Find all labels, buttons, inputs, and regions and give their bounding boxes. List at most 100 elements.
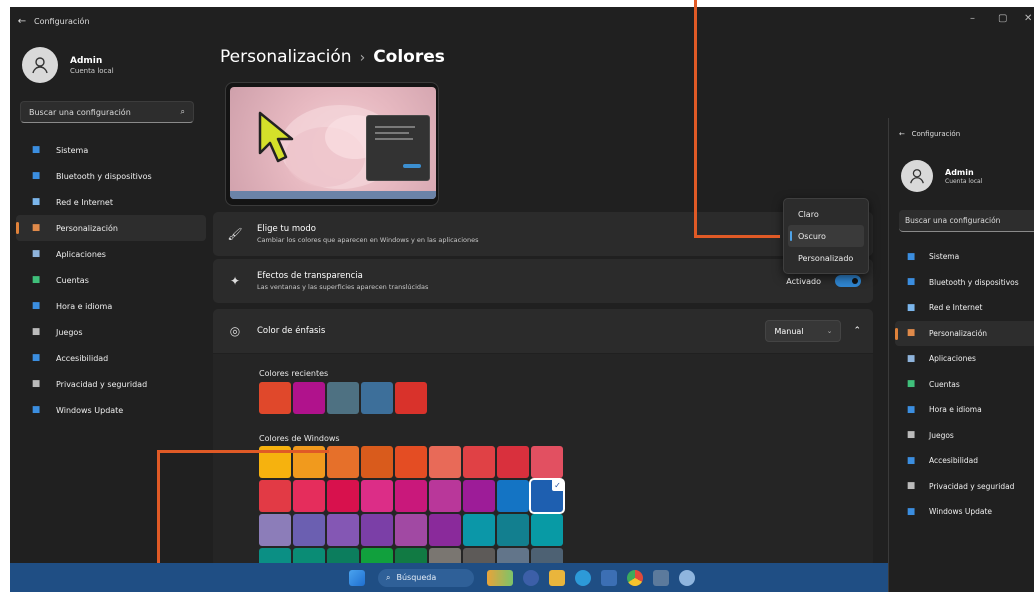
settings-search-input[interactable]: Buscar una configuración ⌕ bbox=[20, 101, 194, 123]
settings-gear-icon[interactable] bbox=[679, 569, 695, 586]
close-button[interactable]: ✕ bbox=[1024, 13, 1032, 24]
back-arrow-icon[interactable]: ← bbox=[899, 130, 905, 138]
windows-color-swatch[interactable] bbox=[429, 480, 461, 512]
windows-color-swatch[interactable] bbox=[497, 480, 529, 512]
windows-color-swatch[interactable]: ✓ bbox=[529, 478, 565, 514]
recent-color-swatch[interactable] bbox=[395, 382, 427, 414]
windows-color-swatch[interactable] bbox=[497, 446, 529, 478]
sidebar-item-7[interactable]: ■ Juegos bbox=[16, 319, 206, 345]
callout-line-top-h bbox=[694, 235, 780, 238]
widgets-icon[interactable] bbox=[487, 569, 513, 586]
secondary-sidebar-item-9[interactable]: ■ Privacidad y seguridad bbox=[895, 474, 1034, 500]
mode-dropdown: Claro Oscuro Personalizado bbox=[783, 198, 869, 274]
windows-color-swatch[interactable] bbox=[361, 548, 393, 563]
update-icon: ■ bbox=[31, 405, 41, 415]
mode-option[interactable]: Personalizado bbox=[788, 247, 864, 269]
secondary-title-bar: ← Configuración bbox=[899, 130, 960, 138]
windows-color-swatch[interactable] bbox=[463, 446, 495, 478]
recent-color-swatch[interactable] bbox=[259, 382, 291, 414]
sidebar-item-0[interactable]: ■ Sistema bbox=[16, 137, 206, 163]
windows-color-swatch[interactable] bbox=[327, 480, 359, 512]
windows-color-swatch[interactable] bbox=[531, 548, 563, 563]
chrome-icon[interactable] bbox=[627, 569, 643, 586]
teams-icon[interactable] bbox=[523, 569, 539, 586]
windows-color-swatch[interactable] bbox=[361, 446, 393, 478]
sidebar-item-5[interactable]: ■ Cuentas bbox=[16, 267, 206, 293]
chevron-up-icon[interactable]: ⌃ bbox=[853, 326, 861, 336]
mode-option[interactable]: Oscuro bbox=[788, 225, 864, 247]
windows-color-swatch[interactable] bbox=[463, 548, 495, 563]
windows-color-swatch[interactable] bbox=[293, 548, 325, 563]
secondary-sidebar-item-5[interactable]: ■ Cuentas bbox=[895, 372, 1034, 398]
windows-color-swatch[interactable] bbox=[259, 548, 291, 563]
start-icon[interactable] bbox=[349, 569, 365, 586]
sidebar-item-9[interactable]: ■ Privacidad y seguridad bbox=[16, 371, 206, 397]
windows-color-swatch[interactable] bbox=[429, 548, 461, 563]
breadcrumb-parent[interactable]: Personalización bbox=[220, 47, 352, 67]
camera-icon[interactable] bbox=[653, 569, 669, 586]
wallpaper-preview bbox=[230, 87, 436, 199]
file-explorer-icon[interactable] bbox=[549, 569, 565, 586]
account-type: Cuenta local bbox=[70, 66, 114, 75]
secondary-sidebar-item-4[interactable]: ■ Aplicaciones bbox=[895, 346, 1034, 372]
sidebar-item-4[interactable]: ■ Aplicaciones bbox=[16, 241, 206, 267]
windows-color-swatch[interactable] bbox=[259, 480, 291, 512]
accent-mode-value: Manual bbox=[774, 326, 804, 336]
recent-color-swatch[interactable] bbox=[361, 382, 393, 414]
minimize-button[interactable]: – bbox=[970, 13, 975, 24]
brush-mode-icon: 🖌︎ bbox=[227, 227, 243, 241]
secondary-sidebar-item-2[interactable]: ■ Red e Internet bbox=[895, 295, 1034, 321]
back-arrow-icon[interactable]: ← bbox=[10, 16, 34, 27]
store-icon[interactable] bbox=[601, 569, 617, 586]
secondary-sidebar-item-8[interactable]: ■ Accesibilidad bbox=[895, 448, 1034, 474]
windows-color-swatch[interactable] bbox=[497, 514, 529, 546]
user-profile[interactable]: Admin Cuenta local bbox=[22, 47, 114, 83]
windows-color-swatch[interactable] bbox=[395, 548, 427, 563]
windows-color-swatch[interactable] bbox=[395, 480, 427, 512]
recent-color-swatch[interactable] bbox=[327, 382, 359, 414]
sidebar-item-1[interactable]: ■ Bluetooth y dispositivos bbox=[16, 163, 206, 189]
secondary-sidebar-item-1[interactable]: ■ Bluetooth y dispositivos bbox=[895, 270, 1034, 296]
window-title: Configuración bbox=[34, 16, 90, 26]
windows-color-swatch[interactable] bbox=[293, 480, 325, 512]
windows-color-swatch[interactable] bbox=[531, 514, 563, 546]
taskbar-search[interactable]: ⌕ Búsqueda bbox=[378, 568, 474, 587]
windows-color-swatch[interactable] bbox=[293, 514, 325, 546]
accent-mode-select[interactable]: Manual ⌄ bbox=[765, 320, 842, 342]
windows-color-swatch[interactable] bbox=[259, 514, 291, 546]
windows-color-swatch[interactable] bbox=[463, 480, 495, 512]
windows-color-swatch[interactable] bbox=[395, 514, 427, 546]
recent-color-swatch[interactable] bbox=[293, 382, 325, 414]
secondary-sidebar-item-3[interactable]: ■ Personalización bbox=[895, 320, 1034, 346]
secondary-search-input[interactable]: Buscar una configuración bbox=[899, 210, 1034, 232]
wifi-icon: ■ bbox=[31, 197, 41, 207]
windows-color-swatch[interactable] bbox=[497, 548, 529, 563]
windows-color-swatch[interactable] bbox=[327, 548, 359, 563]
sidebar-item-6[interactable]: ■ Hora e idioma bbox=[16, 293, 206, 319]
secondary-sidebar-item-0[interactable]: ■ Sistema bbox=[895, 244, 1034, 270]
secondary-user-profile[interactable]: Admin Cuenta local bbox=[901, 160, 982, 192]
sidebar-item-3[interactable]: ■ Personalización bbox=[16, 215, 206, 241]
windows-color-swatch[interactable] bbox=[395, 446, 427, 478]
windows-color-swatch[interactable] bbox=[361, 514, 393, 546]
settings-window: ← Configuración – ▢ ✕ Admin Cuenta local… bbox=[10, 7, 1034, 563]
secondary-sidebar-item-6[interactable]: ■ Hora e idioma bbox=[895, 397, 1034, 423]
windows-color-swatch[interactable] bbox=[531, 446, 563, 478]
edge-icon[interactable] bbox=[575, 569, 591, 586]
secondary-sidebar-item-7[interactable]: ■ Juegos bbox=[895, 423, 1034, 449]
preview-dialog bbox=[366, 115, 430, 181]
windows-color-swatch[interactable] bbox=[463, 514, 495, 546]
mode-option[interactable]: Claro bbox=[788, 203, 864, 225]
windows-color-swatch[interactable] bbox=[429, 446, 461, 478]
user-name: Admin bbox=[70, 55, 103, 66]
sidebar-item-2[interactable]: ■ Red e Internet bbox=[16, 189, 206, 215]
windows-color-swatch[interactable] bbox=[361, 480, 393, 512]
secondary-sidebar-item-10[interactable]: ■ Windows Update bbox=[895, 499, 1034, 525]
maximize-button[interactable]: ▢ bbox=[998, 13, 1007, 24]
windows-color-swatch[interactable] bbox=[327, 514, 359, 546]
sidebar-item-8[interactable]: ■ Accesibilidad bbox=[16, 345, 206, 371]
transparency-toggle[interactable] bbox=[835, 275, 861, 287]
windows-color-swatch[interactable] bbox=[429, 514, 461, 546]
windows-color-swatch[interactable] bbox=[327, 446, 359, 478]
sidebar-item-10[interactable]: ■ Windows Update bbox=[16, 397, 206, 423]
